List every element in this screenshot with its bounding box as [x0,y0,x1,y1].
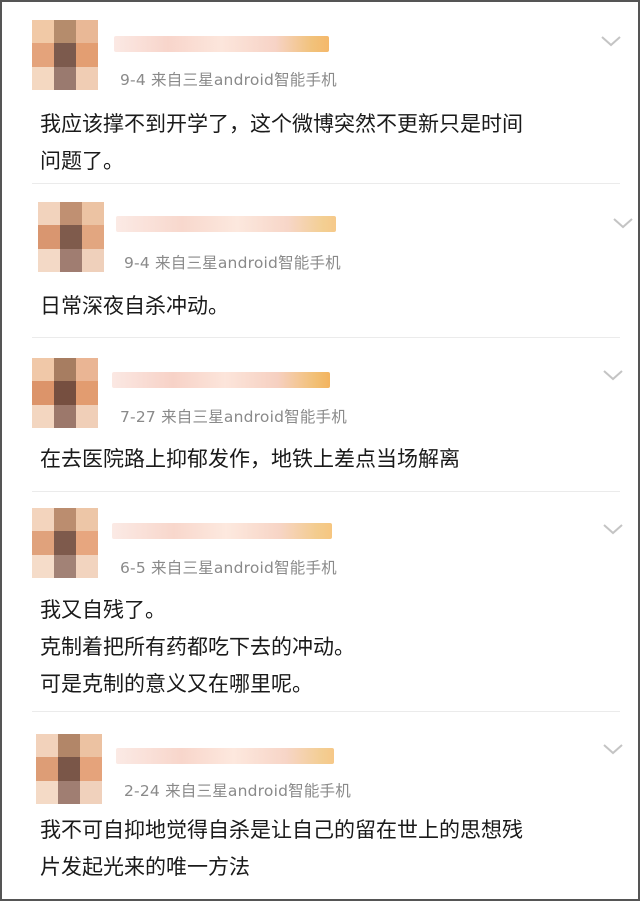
post-meta: 9-4 来自三星android智能手机 [124,254,341,272]
post-body: 我应该撑不到开学了，这个微博突然不更新只是时间 问题了。 [40,106,523,180]
avatar[interactable] [36,734,102,804]
chevron-down-icon[interactable] [602,742,624,756]
post-line: 可是克制的意义又在哪里呢。 [40,672,313,696]
post-line: 我又自残了。 [40,598,166,622]
username-blurred[interactable] [112,523,332,539]
username-blurred[interactable] [112,372,330,388]
chevron-down-icon[interactable] [602,368,624,382]
post-line: 我不可自抑地觉得自杀是让自己的留在世上的思想残 [40,818,523,842]
avatar[interactable] [32,508,98,578]
post-body: 我又自残了。 克制着把所有药都吃下去的冲动。 可是克制的意义又在哪里呢。 [40,592,355,703]
post-line: 日常深夜自杀冲动。 [40,294,229,318]
chevron-down-icon[interactable] [612,216,634,230]
post-body: 在去医院路上抑郁发作，地铁上差点当场解离 [40,441,460,478]
post-line: 克制着把所有药都吃下去的冲动。 [40,635,355,659]
avatar[interactable] [32,358,98,428]
post-2: 9-4 来自三星android智能手机 日常深夜自杀冲动。 [2,184,638,334]
username-blurred[interactable] [114,36,329,52]
post-3: 7-27 来自三星android智能手机 在去医院路上抑郁发作，地铁上差点当场解… [2,338,638,488]
post-body: 我不可自抑地觉得自杀是让自己的留在世上的思想残 片发起光来的唯一方法 [40,812,523,886]
post-4: 6-5 来自三星android智能手机 我又自残了。 克制着把所有药都吃下去的冲… [2,492,638,712]
chevron-down-icon[interactable] [602,522,624,536]
post-meta: 2-24 来自三星android智能手机 [124,782,351,800]
avatar[interactable] [38,202,104,272]
chevron-down-icon[interactable] [600,34,622,48]
post-meta: 7-27 来自三星android智能手机 [120,408,347,426]
username-blurred[interactable] [116,216,336,232]
post-body: 日常深夜自杀冲动。 [40,288,229,325]
weibo-comment-list: 9-4 来自三星android智能手机 我应该撑不到开学了，这个微博突然不更新只… [0,0,640,901]
post-meta: 9-4 来自三星android智能手机 [120,71,337,89]
post-1: 9-4 来自三星android智能手机 我应该撑不到开学了，这个微博突然不更新只… [2,2,638,182]
post-meta: 6-5 来自三星android智能手机 [120,559,337,577]
post-line: 我应该撑不到开学了，这个微博突然不更新只是时间 [40,112,523,136]
post-line: 片发起光来的唯一方法 [40,855,250,879]
post-5: 2-24 来自三星android智能手机 我不可自抑地觉得自杀是让自己的留在世上… [2,712,638,899]
post-line: 在去医院路上抑郁发作，地铁上差点当场解离 [40,447,460,471]
username-blurred[interactable] [116,748,334,764]
post-line: 问题了。 [40,149,124,173]
avatar[interactable] [32,20,98,90]
